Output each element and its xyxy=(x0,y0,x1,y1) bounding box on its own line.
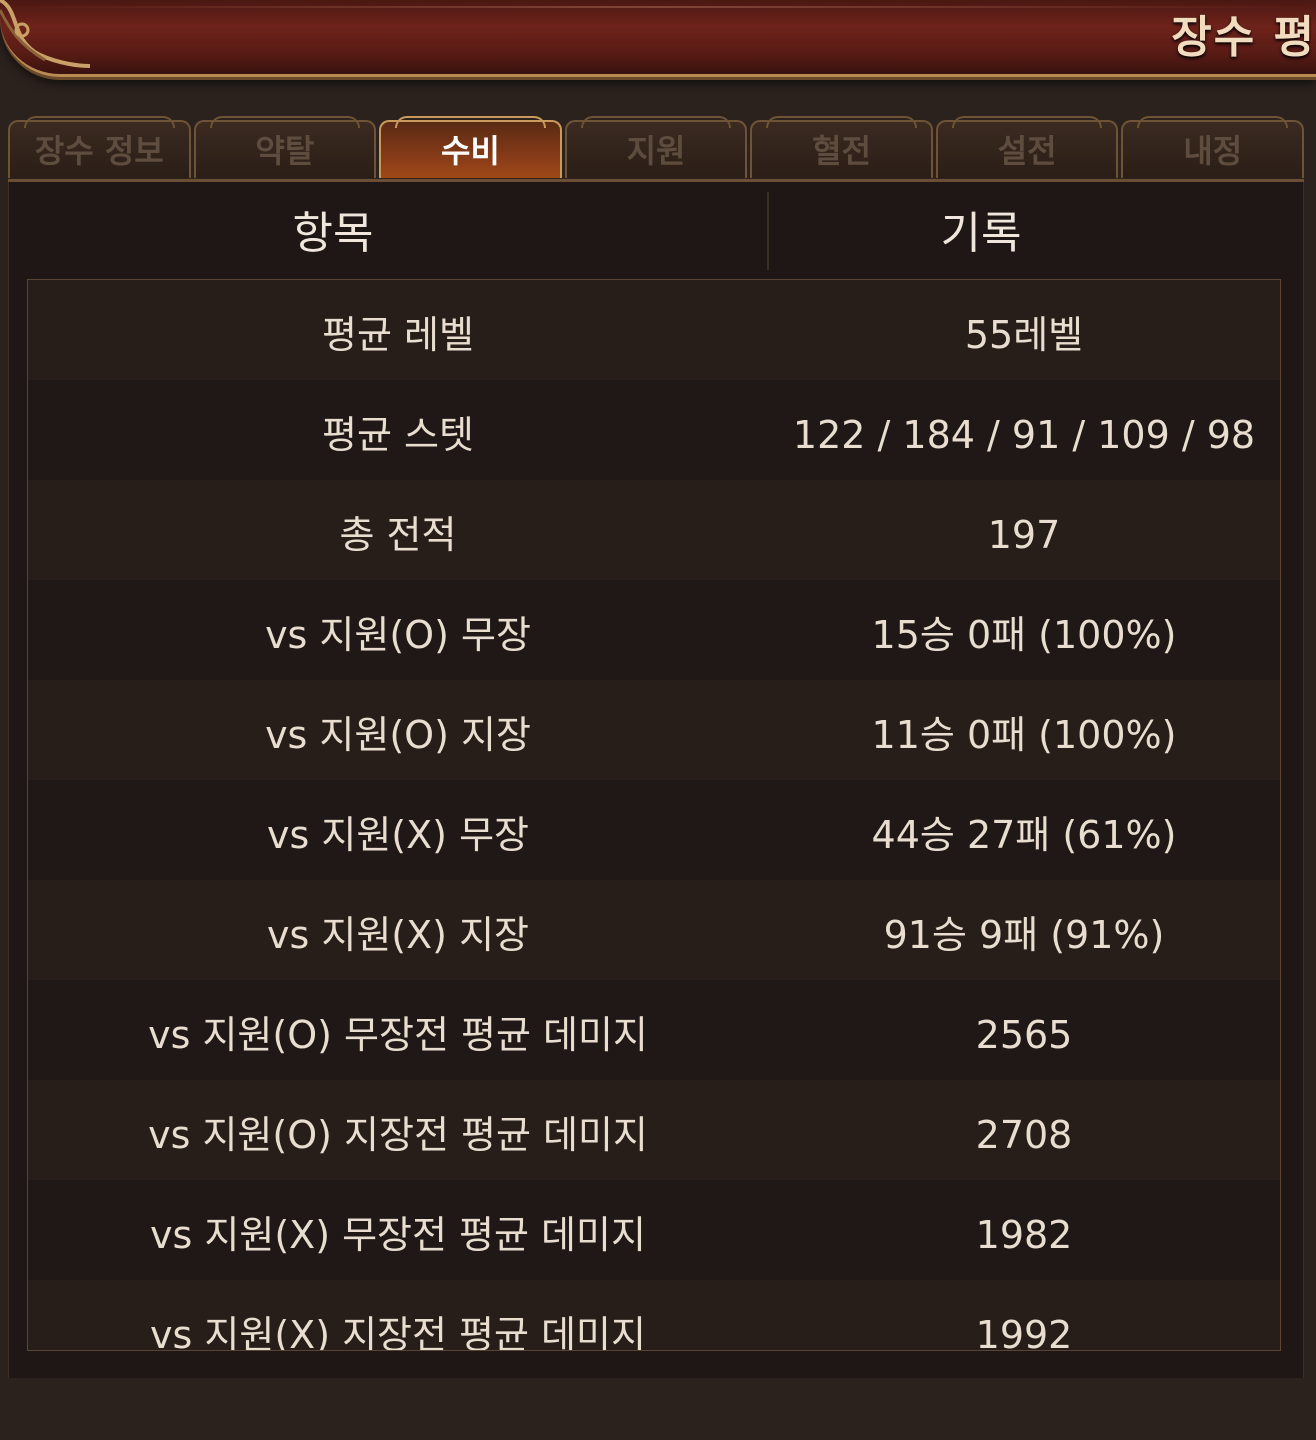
row-value: 55레벨 xyxy=(964,313,1084,357)
table-row: 평균 레벨 55레벨 xyxy=(28,280,1280,380)
table-row: vs 지원(O) 지장전 평균 데미지 2708 xyxy=(28,1080,1280,1180)
table-row: 총 전적 197 xyxy=(28,480,1280,580)
row-value: 122 / 184 / 91 / 109 / 98 xyxy=(792,413,1256,457)
tab-bar: 장수 정보 약탈 수비 지원 혈전 설전 내정 xyxy=(8,116,1305,181)
row-label: 총 전적 xyxy=(339,513,457,557)
stats-table[interactable]: 평균 레벨 55레벨 평균 스텟 122 / 184 / 91 / 109 / … xyxy=(27,279,1281,1351)
row-value: 44승 27패 (61%) xyxy=(871,813,1177,857)
tab-bloodbattle[interactable]: 혈전 xyxy=(750,116,933,178)
table-row: vs 지원(O) 지장 11승 0패 (100%) xyxy=(28,680,1280,780)
row-value: 1992 xyxy=(975,1313,1073,1351)
row-value: 15승 0패 (100%) xyxy=(871,613,1177,657)
row-label: vs 지원(X) 지장전 평균 데미지 xyxy=(150,1313,646,1351)
row-label: vs 지원(O) 지장 xyxy=(265,713,531,757)
row-label: vs 지원(O) 무장 xyxy=(265,613,531,657)
table-row: vs 지원(X) 지장 91승 9패 (91%) xyxy=(28,880,1280,980)
row-label: vs 지원(X) 무장 xyxy=(267,813,529,857)
ornament-icon xyxy=(0,0,90,68)
tab-domestic[interactable]: 내정 xyxy=(1121,116,1305,178)
row-label: 평균 스텟 xyxy=(322,413,474,457)
row-label: vs 지원(X) 지장 xyxy=(267,913,529,957)
row-value: 2708 xyxy=(975,1113,1073,1157)
table-header: 항목 기록 xyxy=(9,182,1305,279)
tab-support[interactable]: 지원 xyxy=(564,116,748,178)
row-value: 91승 9패 (91%) xyxy=(883,913,1165,957)
row-label: vs 지원(X) 무장전 평균 데미지 xyxy=(150,1213,646,1257)
row-label: vs 지원(O) 지장전 평균 데미지 xyxy=(148,1113,648,1157)
row-value: 11승 0패 (100%) xyxy=(871,713,1177,757)
tab-debate[interactable]: 설전 xyxy=(935,116,1119,178)
row-value: 2565 xyxy=(975,1013,1073,1057)
tab-defense[interactable]: 수비 xyxy=(379,116,562,178)
header-divider xyxy=(767,192,769,270)
table-row: vs 지원(X) 무장 44승 27패 (61%) xyxy=(28,780,1280,880)
page-title: 장수 평 xyxy=(1171,12,1316,63)
tab-general-info[interactable]: 장수 정보 xyxy=(8,116,191,178)
row-label: 평균 레벨 xyxy=(322,313,474,357)
table-row: vs 지원(X) 무장전 평균 데미지 1982 xyxy=(28,1180,1280,1280)
table-row: vs 지원(O) 무장전 평균 데미지 2565 xyxy=(28,980,1280,1080)
row-value: 197 xyxy=(987,513,1061,557)
row-value: 1982 xyxy=(975,1213,1073,1257)
tab-plunder[interactable]: 약탈 xyxy=(193,116,377,178)
title-banner: 장수 평 xyxy=(0,0,1316,77)
column-header-item: 항목 xyxy=(292,208,374,259)
stats-panel: 항목 기록 평균 레벨 55레벨 평균 스텟 122 / 184 / 91 / … xyxy=(8,182,1304,1378)
table-row: vs 지원(O) 무장 15승 0패 (100%) xyxy=(28,580,1280,680)
column-header-record: 기록 xyxy=(940,208,1022,259)
table-row: 평균 스텟 122 / 184 / 91 / 109 / 98 xyxy=(28,380,1280,480)
table-row: vs 지원(X) 지장전 평균 데미지 1992 xyxy=(28,1280,1280,1351)
row-label: vs 지원(O) 무장전 평균 데미지 xyxy=(148,1013,648,1057)
